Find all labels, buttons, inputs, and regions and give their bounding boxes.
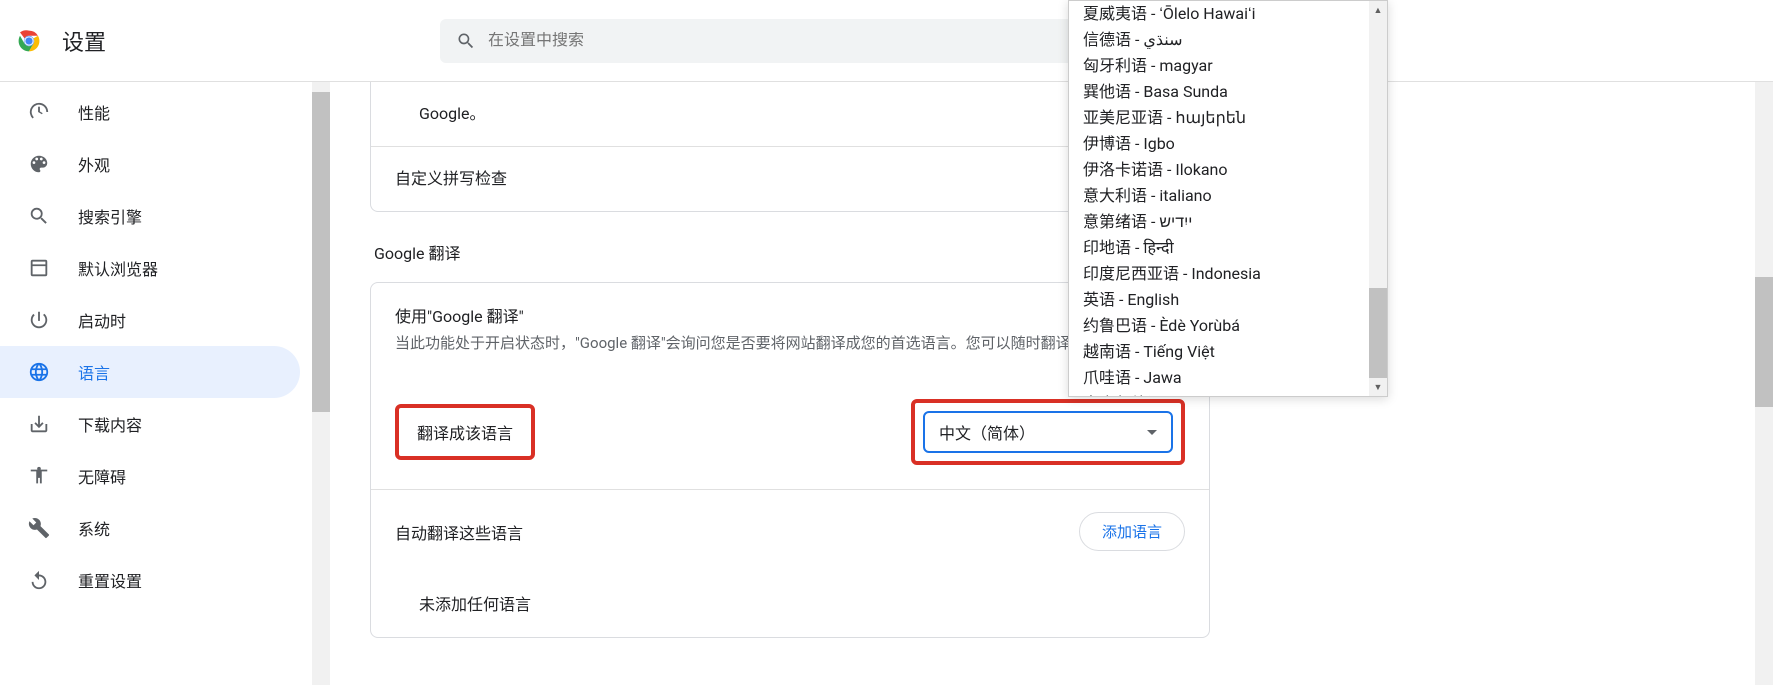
sidebar-item-downloads[interactable]: 下载内容 bbox=[0, 398, 300, 450]
sidebar-item-default-browser[interactable]: 默认浏览器 bbox=[0, 242, 300, 294]
lang-option[interactable]: 意第绪语 - ייִדיש bbox=[1069, 209, 1387, 235]
palette-icon bbox=[28, 153, 50, 175]
power-icon bbox=[28, 309, 50, 331]
chrome-logo-icon bbox=[16, 28, 42, 54]
scroll-down-icon[interactable]: ▼ bbox=[1369, 378, 1387, 396]
sidebar-item-system[interactable]: 系统 bbox=[0, 502, 300, 554]
sidebar-item-accessibility[interactable]: 无障碍 bbox=[0, 450, 300, 502]
dropdown-scrollbar[interactable]: ▲ ▼ bbox=[1369, 1, 1387, 396]
speedometer-icon bbox=[28, 101, 50, 123]
use-translate-desc: 当此功能处于开启状态时，"Google 翻译"会询问您是否要将网站翻译成您的首选… bbox=[395, 331, 1185, 355]
auto-translate-label: 自动翻译这些语言 bbox=[395, 520, 523, 544]
lang-option[interactable]: 意大利语 - italiano bbox=[1069, 183, 1387, 209]
lang-option[interactable]: 印度尼西亚语 - Indonesia bbox=[1069, 261, 1387, 287]
lang-option[interactable]: 英语 - English bbox=[1069, 287, 1387, 313]
lang-option[interactable]: 印地语 - हिन्दी bbox=[1069, 235, 1387, 261]
language-dropdown[interactable]: 中文（简体） bbox=[923, 411, 1173, 453]
translate-to-label: 翻译成该语言 bbox=[417, 424, 513, 443]
language-dropdown-highlight: 中文（简体） bbox=[911, 399, 1185, 465]
sidebar-item-performance[interactable]: 性能 bbox=[0, 86, 300, 138]
header-logo-area: 设置 bbox=[16, 25, 106, 57]
accessibility-icon bbox=[28, 465, 50, 487]
sidebar-scrollbar[interactable] bbox=[312, 82, 330, 685]
page-title: 设置 bbox=[62, 25, 106, 57]
lang-option[interactable]: 爪哇语 - Jawa bbox=[1069, 365, 1387, 391]
reset-icon bbox=[28, 569, 50, 591]
language-dropdown-menu: 夏威夷语 - ʻŌlelo Hawaiʻi 信德语 - سنڌي 匈牙利语 - … bbox=[1068, 0, 1388, 397]
lang-option[interactable]: 夏威夷语 - ʻŌlelo Hawaiʻi bbox=[1069, 1, 1387, 27]
no-languages-text: 未添加任何语言 bbox=[419, 595, 531, 614]
lang-option[interactable]: 匈牙利语 - magyar bbox=[1069, 53, 1387, 79]
sidebar-item-label: 系统 bbox=[78, 516, 110, 540]
translate-to-label-highlight: 翻译成该语言 bbox=[395, 404, 535, 460]
lang-option[interactable]: 约鲁巴语 - Èdè Yorùbá bbox=[1069, 313, 1387, 339]
sidebar-item-label: 外观 bbox=[78, 152, 110, 176]
lang-option[interactable]: 信德语 - سنڌي bbox=[1069, 27, 1387, 53]
lang-option[interactable]: 越南语 - Tiếng Việt bbox=[1069, 339, 1387, 365]
sidebar-item-label: 搜索引擎 bbox=[78, 204, 142, 228]
app-header: 设置 bbox=[0, 0, 1773, 82]
search-icon bbox=[456, 31, 476, 51]
lang-option[interactable]: 伊洛卡诺语 - Ilokano bbox=[1069, 157, 1387, 183]
search-box[interactable] bbox=[440, 19, 1140, 63]
sidebar: 性能 外观 搜索引擎 默认浏览器 启动时 语言 bbox=[0, 82, 310, 685]
sidebar-item-label: 无障碍 bbox=[78, 464, 126, 488]
search-icon bbox=[28, 205, 50, 227]
sidebar-item-startup[interactable]: 启动时 bbox=[0, 294, 300, 346]
selected-language-text: 中文（简体） bbox=[939, 420, 1035, 444]
scrollbar-thumb[interactable] bbox=[312, 92, 330, 412]
lang-option[interactable]: 亚美尼亚语 - հայերեն bbox=[1069, 105, 1387, 131]
scroll-up-icon[interactable]: ▲ bbox=[1369, 1, 1387, 19]
main-area: 性能 外观 搜索引擎 默认浏览器 启动时 语言 bbox=[0, 82, 1773, 685]
google-text: Google。 bbox=[419, 104, 486, 123]
sidebar-item-label: 下载内容 bbox=[78, 412, 142, 436]
language-options-list: 夏威夷语 - ʻŌlelo Hawaiʻi 信德语 - سنڌي 匈牙利语 - … bbox=[1069, 1, 1387, 396]
sidebar-item-search-engine[interactable]: 搜索引擎 bbox=[0, 190, 300, 242]
auto-translate-row: 自动翻译这些语言 添加语言 bbox=[371, 489, 1209, 573]
page-scrollbar[interactable] bbox=[1755, 82, 1773, 685]
lang-option[interactable]: 伊博语 - Igbo bbox=[1069, 131, 1387, 157]
sidebar-item-label: 语言 bbox=[78, 360, 110, 384]
sidebar-item-reset[interactable]: 重置设置 bbox=[0, 554, 300, 606]
lang-option[interactable]: 中库尔德语 - کوردیی ناوەندی bbox=[1069, 391, 1387, 396]
sidebar-item-label: 性能 bbox=[78, 100, 110, 124]
download-icon bbox=[28, 413, 50, 435]
add-language-button[interactable]: 添加语言 bbox=[1079, 512, 1185, 551]
search-container bbox=[440, 19, 1140, 63]
search-input[interactable] bbox=[488, 32, 1124, 50]
scrollbar-thumb[interactable] bbox=[1369, 288, 1387, 378]
sidebar-wrapper: 性能 外观 搜索引擎 默认浏览器 启动时 语言 bbox=[0, 82, 330, 685]
chevron-down-icon bbox=[1147, 430, 1157, 435]
use-translate-label: 使用"Google 翻译" bbox=[395, 303, 1185, 327]
sidebar-item-label: 启动时 bbox=[78, 308, 126, 332]
sidebar-item-appearance[interactable]: 外观 bbox=[0, 138, 300, 190]
sidebar-item-languages[interactable]: 语言 bbox=[0, 346, 300, 398]
sidebar-item-label: 默认浏览器 bbox=[78, 256, 158, 280]
globe-icon bbox=[28, 361, 50, 383]
wrench-icon bbox=[28, 517, 50, 539]
no-languages-row: 未添加任何语言 bbox=[371, 573, 1209, 637]
scrollbar-thumb[interactable] bbox=[1755, 277, 1773, 407]
sidebar-item-label: 重置设置 bbox=[78, 568, 142, 592]
lang-option[interactable]: 巽他语 - Basa Sunda bbox=[1069, 79, 1387, 105]
custom-spell-check-label: 自定义拼写检查 bbox=[395, 169, 507, 188]
browser-icon bbox=[28, 257, 50, 279]
